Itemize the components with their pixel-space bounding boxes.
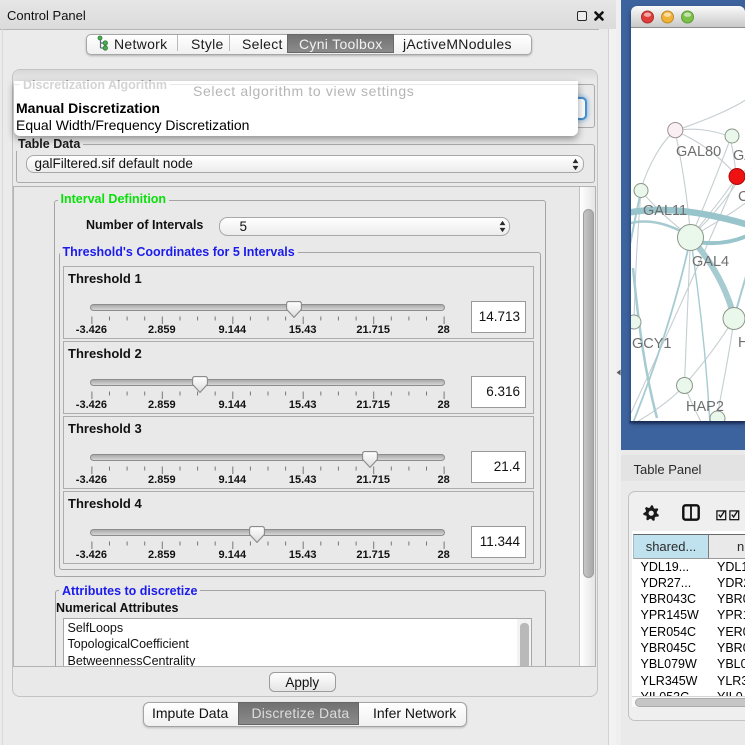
svg-text:GAL11: GAL11: [643, 203, 687, 219]
svg-text:GAL4: GAL4: [692, 254, 729, 270]
svg-text:C: C: [738, 189, 745, 205]
svg-text:HAP2: HAP2: [686, 399, 724, 415]
svg-text:GAL80: GAL80: [676, 144, 721, 160]
svg-text:GA: GA: [733, 148, 745, 164]
svg-text:H: H: [738, 335, 745, 351]
svg-text:GCY1: GCY1: [632, 336, 672, 352]
